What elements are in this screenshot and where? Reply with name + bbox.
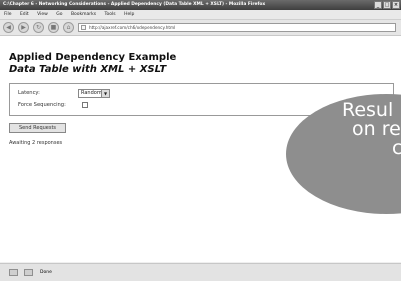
connection-icon: [24, 269, 33, 276]
menu-file[interactable]: File: [4, 10, 12, 19]
page-icon: [81, 25, 86, 30]
address-url: http://ajaxref.com/ch6/xdependency.html: [89, 25, 176, 30]
latency-select[interactable]: Random ▼: [78, 89, 110, 98]
menu-bookmarks[interactable]: Bookmarks: [71, 10, 96, 19]
force-sequencing-checkbox[interactable]: [82, 102, 88, 108]
forward-icon[interactable]: ▶: [18, 22, 29, 33]
stop-icon[interactable]: ■: [48, 22, 59, 33]
status-text: Done: [40, 270, 52, 275]
menu-go[interactable]: Go: [56, 10, 62, 19]
menu-edit[interactable]: Edit: [20, 10, 29, 19]
navigation-toolbar: ◀ ▶ ↻ ■ ⌂ http://ajaxref.com/ch6/xdepend…: [0, 20, 401, 36]
address-bar[interactable]: http://ajaxref.com/ch6/xdependency.html: [78, 23, 396, 32]
minimize-button[interactable]: _: [374, 1, 382, 9]
latency-value: Random: [81, 90, 102, 96]
chevron-down-icon: ▼: [101, 90, 109, 97]
menu-view[interactable]: View: [37, 10, 48, 19]
menu-bar: File Edit View Go Bookmarks Tools Help: [0, 10, 401, 20]
status-bar: Done: [0, 263, 401, 281]
reload-icon[interactable]: ↻: [33, 22, 44, 33]
close-button[interactable]: ×: [392, 1, 400, 9]
home-icon[interactable]: ⌂: [63, 22, 74, 33]
force-sequencing-label: Force Sequencing:: [18, 102, 66, 108]
page-title: Applied Dependency Example: [9, 52, 177, 63]
callout-line-3: c: [392, 137, 401, 159]
status-icon: [9, 269, 18, 276]
window-title: C:\Chapter 6 - Networking Considerations…: [3, 2, 266, 7]
maximize-button[interactable]: □: [383, 1, 391, 9]
browser-window: C:\Chapter 6 - Networking Considerations…: [0, 0, 401, 281]
menu-tools[interactable]: Tools: [105, 10, 116, 19]
window-controls: _ □ ×: [374, 1, 400, 9]
back-icon[interactable]: ◀: [3, 22, 14, 33]
send-requests-button[interactable]: Send Requests: [9, 123, 66, 133]
response-status: Awaiting 2 responses: [9, 140, 63, 146]
page-content: Applied Dependency Example Data Table wi…: [0, 36, 401, 262]
latency-label: Latency:: [18, 90, 40, 96]
page-subtitle: Data Table with XML + XSLT: [9, 64, 167, 75]
menu-help[interactable]: Help: [124, 10, 134, 19]
title-bar: C:\Chapter 6 - Networking Considerations…: [0, 0, 401, 10]
